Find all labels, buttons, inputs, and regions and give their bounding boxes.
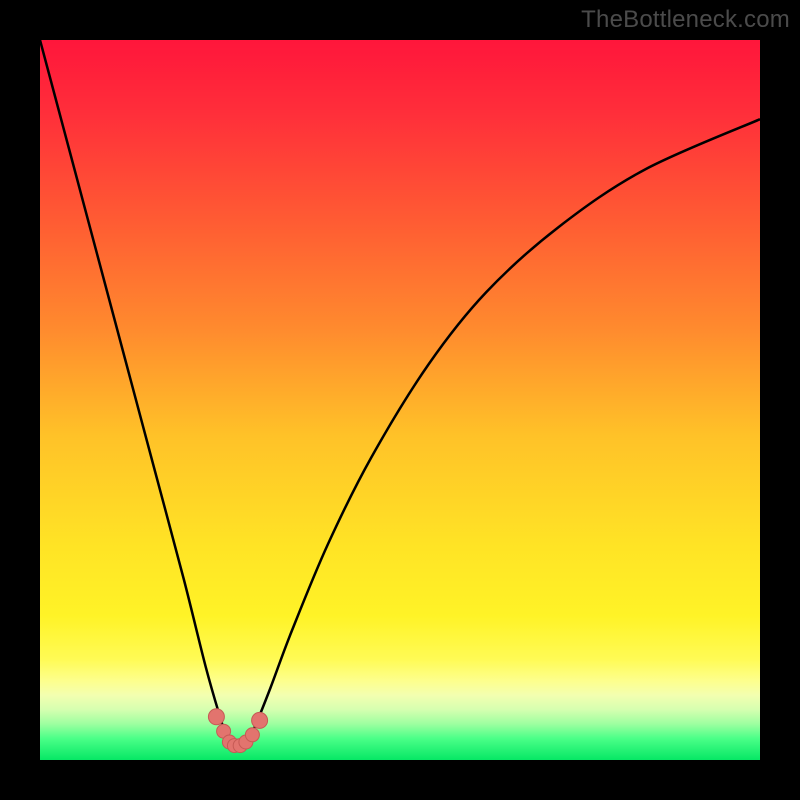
marker-dot: [245, 728, 259, 742]
marker-dot: [208, 709, 224, 725]
marker-dot: [252, 712, 268, 728]
plot-area: [40, 40, 760, 760]
watermark-text: TheBottleneck.com: [581, 6, 790, 34]
chart-frame: TheBottleneck.com: [0, 0, 800, 800]
bottleneck-curve: [40, 40, 760, 747]
highlight-markers: [208, 709, 267, 753]
curve-overlay: [40, 40, 760, 760]
